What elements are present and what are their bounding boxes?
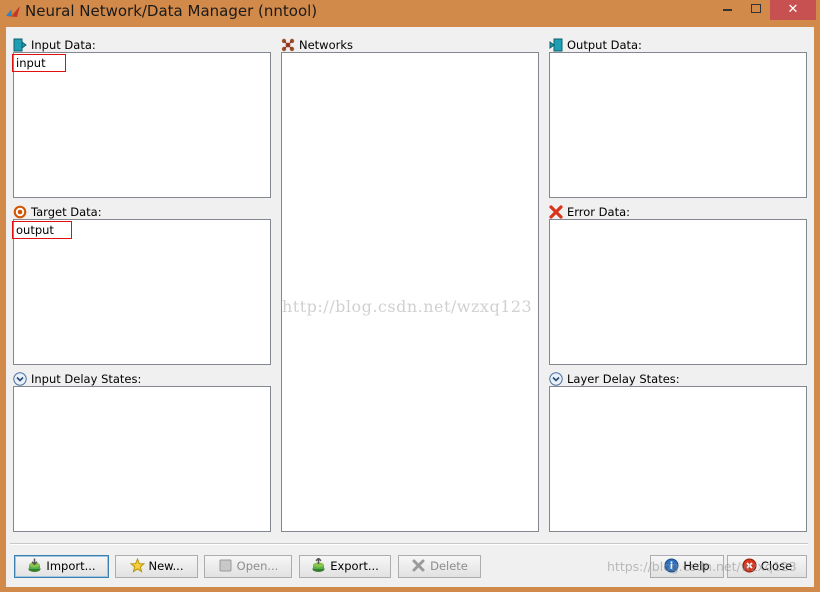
error-x-icon bbox=[549, 205, 563, 219]
close-icon: ✕ bbox=[787, 2, 799, 17]
target-data-label: Target Data: bbox=[13, 204, 102, 220]
chevron-down-circle-icon bbox=[13, 372, 27, 386]
output-data-label: Output Data: bbox=[549, 37, 642, 53]
list-item[interactable]: output bbox=[12, 221, 72, 239]
client-area: Input Data: input Networks Output Data: bbox=[6, 27, 814, 587]
close-button[interactable]: Close bbox=[727, 555, 807, 578]
open-button[interactable]: Open... bbox=[204, 555, 292, 578]
list-item[interactable]: input bbox=[12, 54, 66, 72]
delete-x-icon bbox=[412, 559, 425, 572]
target-data-list[interactable]: output bbox=[12, 219, 271, 365]
export-icon bbox=[312, 558, 325, 572]
layer-delay-states-list[interactable] bbox=[549, 386, 807, 532]
target-icon bbox=[13, 205, 27, 219]
close-circle-icon bbox=[742, 558, 757, 573]
import-button[interactable]: Import... bbox=[14, 555, 109, 578]
help-button[interactable]: i Help bbox=[650, 555, 724, 578]
error-data-label: Error Data: bbox=[549, 204, 630, 220]
matlab-logo-icon bbox=[6, 6, 20, 17]
svg-text:i: i bbox=[670, 561, 673, 572]
minimize-button[interactable] bbox=[714, 0, 742, 20]
input-data-icon bbox=[13, 38, 27, 52]
input-data-label: Input Data: bbox=[13, 37, 96, 53]
networks-label: Networks bbox=[281, 37, 353, 53]
chevron-down-circle-icon bbox=[549, 372, 563, 386]
delete-button[interactable]: Delete bbox=[398, 555, 481, 578]
layer-delay-states-label: Layer Delay States: bbox=[549, 371, 680, 387]
input-delay-states-label: Input Delay States: bbox=[13, 371, 141, 387]
export-button[interactable]: Export... bbox=[299, 555, 391, 578]
new-star-icon bbox=[129, 558, 145, 573]
network-icon bbox=[281, 38, 295, 52]
import-icon bbox=[28, 558, 41, 572]
maximize-button[interactable] bbox=[742, 0, 770, 20]
error-data-list[interactable] bbox=[549, 219, 807, 365]
networks-list[interactable] bbox=[281, 52, 539, 532]
open-icon bbox=[219, 559, 232, 572]
help-icon: i bbox=[664, 558, 679, 573]
output-data-list[interactable] bbox=[549, 52, 807, 198]
output-data-icon bbox=[549, 38, 563, 52]
input-delay-states-list[interactable] bbox=[13, 386, 271, 532]
title-bar[interactable]: Neural Network/Data Manager (nntool) ✕ bbox=[0, 0, 820, 24]
window-title: Neural Network/Data Manager (nntool) bbox=[25, 2, 318, 20]
close-window-button[interactable]: ✕ bbox=[770, 0, 816, 20]
new-button[interactable]: New... bbox=[115, 555, 198, 578]
input-data-list[interactable]: input bbox=[12, 52, 271, 198]
nntool-window: Neural Network/Data Manager (nntool) ✕ I… bbox=[0, 0, 820, 592]
divider bbox=[10, 543, 808, 545]
